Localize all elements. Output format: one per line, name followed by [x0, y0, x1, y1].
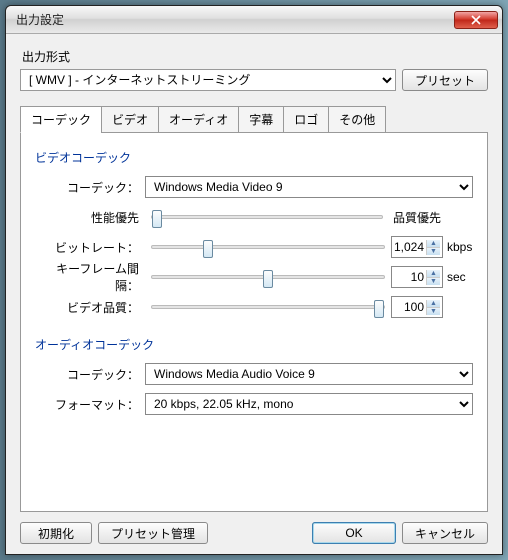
preset-button[interactable]: プリセット — [402, 69, 488, 91]
close-button[interactable] — [454, 11, 498, 29]
chevron-down-icon: ▼ — [427, 278, 440, 285]
audio-codec-group: オーディオコーデック コーデック： Windows Media Audio Vo… — [35, 336, 473, 415]
video-quality-label: ビデオ品質： — [35, 299, 145, 316]
tab-panel: ビデオコーデック コーデック： Windows Media Video 9 性能… — [20, 132, 488, 512]
tab-video[interactable]: ビデオ — [101, 106, 159, 133]
keyframe-unit: sec — [443, 270, 473, 284]
audio-format-select[interactable]: 20 kbps, 22.05 kHz, mono — [145, 393, 473, 415]
client-area: 出力形式 [ WMV ] - インターネットストリーミング プリセット コーデッ… — [6, 34, 502, 554]
video-quality-input[interactable]: 100 ▲▼ — [391, 296, 443, 318]
quality-label: 品質優先 — [389, 209, 443, 226]
window-title: 出力設定 — [16, 11, 454, 28]
audio-codec-select[interactable]: Windows Media Audio Voice 9 — [145, 363, 473, 385]
tab-audio[interactable]: オーディオ — [158, 106, 239, 133]
cancel-button[interactable]: キャンセル — [402, 522, 488, 544]
video-quality-slider[interactable] — [145, 305, 391, 309]
chevron-down-icon: ▼ — [427, 248, 440, 255]
keyframe-input[interactable]: 10 ▲▼ — [391, 266, 443, 288]
dialog-window: 出力設定 出力形式 [ WMV ] - インターネットストリーミング プリセット… — [5, 5, 503, 555]
chevron-up-icon: ▲ — [427, 240, 440, 248]
chevron-down-icon: ▼ — [427, 308, 440, 315]
close-icon — [471, 15, 481, 25]
chevron-up-icon: ▲ — [427, 270, 440, 278]
tab-codec[interactable]: コーデック — [20, 106, 102, 133]
video-quality-spinner[interactable]: ▲▼ — [426, 300, 440, 315]
video-codec-group: ビデオコーデック コーデック： Windows Media Video 9 性能… — [35, 149, 473, 318]
audio-format-label: フォーマット： — [35, 396, 145, 413]
video-codec-select[interactable]: Windows Media Video 9 — [145, 176, 473, 198]
keyframe-slider[interactable] — [145, 275, 391, 279]
chevron-up-icon: ▲ — [427, 300, 440, 308]
keyframe-label: キーフレーム間隔： — [35, 260, 145, 294]
bitrate-spinner[interactable]: ▲▼ — [426, 240, 440, 255]
bitrate-input[interactable]: 1,024 ▲▼ — [391, 236, 443, 258]
ok-button[interactable]: OK — [312, 522, 396, 544]
audio-codec-title: オーディオコーデック — [35, 336, 473, 353]
button-bar: 初期化 プリセット管理 OK キャンセル — [20, 512, 488, 544]
bitrate-unit: kbps — [443, 240, 473, 254]
tab-other[interactable]: その他 — [328, 106, 386, 133]
audio-codec-label: コーデック： — [35, 366, 145, 383]
keyframe-spinner[interactable]: ▲▼ — [426, 270, 440, 285]
performance-label: 性能優先 — [35, 209, 145, 226]
bitrate-slider[interactable] — [145, 245, 391, 249]
bitrate-label: ビットレート： — [35, 239, 145, 256]
tab-subtitle[interactable]: 字幕 — [238, 106, 284, 133]
output-format-select[interactable]: [ WMV ] - インターネットストリーミング — [20, 69, 396, 91]
initialize-button[interactable]: 初期化 — [20, 522, 92, 544]
video-codec-label: コーデック： — [35, 179, 145, 196]
tabstrip: コーデック ビデオ オーディオ 字幕 ロゴ その他 — [20, 106, 488, 133]
tab-logo[interactable]: ロゴ — [283, 106, 329, 133]
perf-quality-slider[interactable] — [145, 215, 389, 219]
preset-manage-button[interactable]: プリセット管理 — [98, 522, 208, 544]
video-codec-title: ビデオコーデック — [35, 149, 473, 166]
output-format-label: 出力形式 — [22, 48, 488, 65]
titlebar: 出力設定 — [6, 6, 502, 34]
